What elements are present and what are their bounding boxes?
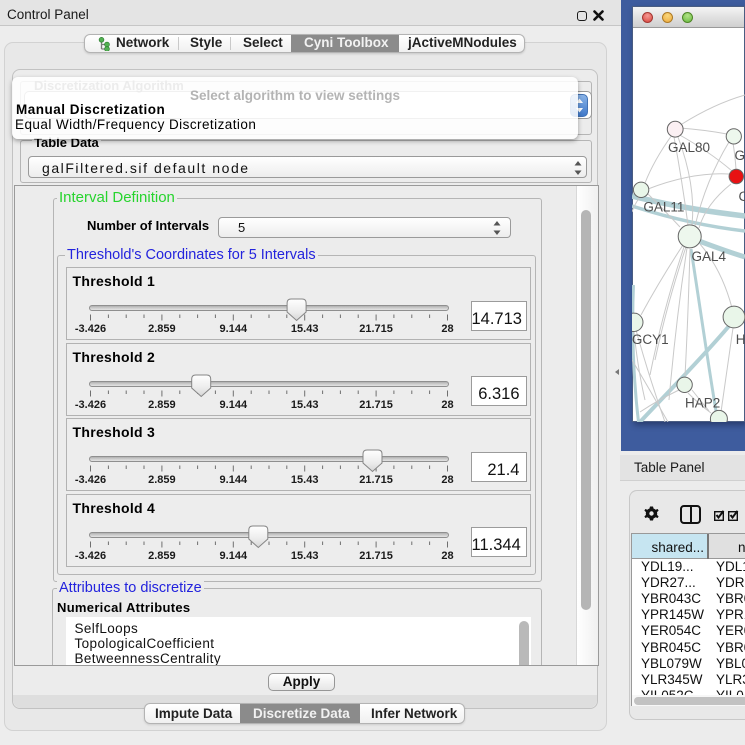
svg-text:2.859: 2.859 xyxy=(148,399,176,411)
svg-text:GAL4: GAL4 xyxy=(692,249,727,264)
svg-text:9.144: 9.144 xyxy=(219,323,247,335)
svg-text:28: 28 xyxy=(441,399,453,411)
svg-text:15.43: 15.43 xyxy=(290,474,318,486)
svg-text:GAL80: GAL80 xyxy=(668,140,710,155)
svg-text:-3.426: -3.426 xyxy=(74,550,105,562)
svg-text:-3.426: -3.426 xyxy=(74,399,105,411)
svg-text:GAL11: GAL11 xyxy=(643,200,684,215)
svg-text:21.715: 21.715 xyxy=(359,550,393,562)
svg-text:15.43: 15.43 xyxy=(290,550,318,562)
svg-text:2.859: 2.859 xyxy=(148,323,176,335)
svg-text:21.715: 21.715 xyxy=(359,474,393,486)
svg-text:-3.426: -3.426 xyxy=(74,323,105,335)
svg-text:15.43: 15.43 xyxy=(290,323,318,335)
svg-text:2.859: 2.859 xyxy=(148,474,176,486)
svg-text:-3.426: -3.426 xyxy=(74,474,105,486)
svg-text:9.144: 9.144 xyxy=(219,474,247,486)
svg-text:HAP2: HAP2 xyxy=(685,396,720,411)
svg-text:GCY1: GCY1 xyxy=(632,332,669,347)
svg-text:28: 28 xyxy=(441,474,453,486)
svg-text:15.43: 15.43 xyxy=(290,399,318,411)
svg-text:C: C xyxy=(739,189,745,204)
svg-text:28: 28 xyxy=(441,323,453,335)
svg-text:9.144: 9.144 xyxy=(219,399,247,411)
svg-text:GAL: GAL xyxy=(735,148,745,163)
svg-text:21.715: 21.715 xyxy=(359,323,393,335)
svg-text:28: 28 xyxy=(441,550,453,562)
svg-text:9.144: 9.144 xyxy=(219,550,247,562)
svg-text:21.715: 21.715 xyxy=(359,399,393,411)
svg-text:H: H xyxy=(736,332,745,347)
svg-text:2.859: 2.859 xyxy=(148,550,176,562)
